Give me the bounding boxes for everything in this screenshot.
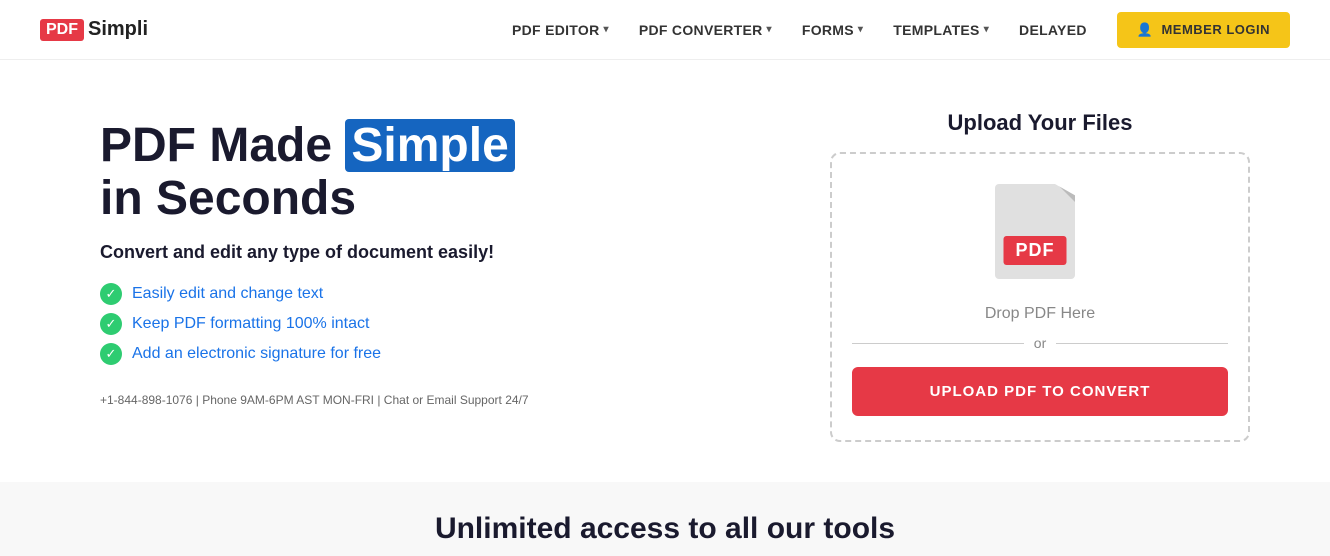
hero-left: PDF Made Simple in Seconds Convert and e… — [100, 110, 529, 407]
upload-pdf-button[interactable]: UPLOAD PDF TO CONVERT — [852, 367, 1228, 416]
drop-pdf-text: Drop PDF Here — [985, 305, 1095, 323]
nav-label-pdf-converter: PDF CONVERTER — [639, 22, 763, 38]
hero-title-end: in Seconds — [100, 172, 356, 225]
pdf-icon: PDF — [995, 184, 1085, 289]
or-line-left — [852, 343, 1024, 344]
or-text: or — [1034, 335, 1046, 351]
logo[interactable]: PDF Simpli — [40, 18, 148, 41]
hero-title: PDF Made Simple in Seconds — [100, 120, 529, 226]
nav-links: PDF EDITOR ▾ PDF CONVERTER ▾ FORMS ▾ TEM… — [512, 12, 1290, 48]
chevron-down-icon: ▾ — [604, 24, 609, 35]
feature-label-2: Keep PDF formatting 100% intact — [132, 315, 369, 333]
check-icon-1: ✓ — [100, 283, 122, 305]
nav-item-templates[interactable]: TEMPLATES ▾ — [893, 22, 989, 38]
nav-label-delayed: DELAYED — [1019, 22, 1087, 38]
user-icon: 👤 — [1137, 22, 1154, 38]
nav-item-pdf-editor[interactable]: PDF EDITOR ▾ — [512, 22, 609, 38]
feature-label-3: Add an electronic signature for free — [132, 345, 381, 363]
chevron-down-icon: ▾ — [984, 24, 989, 35]
chevron-down-icon: ▾ — [767, 24, 772, 35]
nav-label-templates: TEMPLATES — [893, 22, 979, 38]
bottom-section: Unlimited access to all our tools — [0, 482, 1330, 556]
or-divider: or — [852, 335, 1228, 351]
hero-section: PDF Made Simple in Seconds Convert and e… — [0, 60, 1330, 482]
feature-label-1: Easily edit and change text — [132, 285, 323, 303]
or-line-right — [1056, 343, 1228, 344]
logo-pdf-text: PDF — [40, 19, 84, 41]
member-login-label: MEMBER LOGIN — [1161, 22, 1270, 37]
check-icon-2: ✓ — [100, 313, 122, 335]
upload-section: Upload Your Files PDF Drop PDF Here or U… — [830, 110, 1250, 442]
pdf-corner-fold — [1057, 184, 1075, 202]
nav-item-forms[interactable]: FORMS ▾ — [802, 22, 863, 38]
nav-item-delayed[interactable]: DELAYED — [1019, 22, 1087, 38]
contact-info: +1-844-898-1076 | Phone 9AM-6PM AST MON-… — [100, 393, 529, 407]
hero-title-start: PDF Made — [100, 119, 345, 172]
hero-subtitle: Convert and edit any type of document ea… — [100, 242, 529, 263]
pdf-label-text: PDF — [1004, 236, 1067, 265]
nav-label-pdf-editor: PDF EDITOR — [512, 22, 600, 38]
nav-label-forms: FORMS — [802, 22, 854, 38]
pdf-page-shape: PDF — [995, 184, 1075, 279]
bottom-title: Unlimited access to all our tools — [0, 512, 1330, 546]
nav-item-pdf-converter[interactable]: PDF CONVERTER ▾ — [639, 22, 772, 38]
chevron-down-icon: ▾ — [858, 24, 863, 35]
hero-title-highlight: Simple — [345, 119, 514, 172]
feature-item-3: ✓ Add an electronic signature for free — [100, 343, 529, 365]
feature-item-2: ✓ Keep PDF formatting 100% intact — [100, 313, 529, 335]
feature-list: ✓ Easily edit and change text ✓ Keep PDF… — [100, 283, 529, 365]
upload-drop-zone[interactable]: PDF Drop PDF Here or UPLOAD PDF TO CONVE… — [830, 152, 1250, 442]
navbar: PDF Simpli PDF EDITOR ▾ PDF CONVERTER ▾ … — [0, 0, 1330, 60]
check-icon-3: ✓ — [100, 343, 122, 365]
logo-simpli-text: Simpli — [88, 18, 148, 41]
member-login-button[interactable]: 👤 MEMBER LOGIN — [1117, 12, 1290, 48]
upload-title: Upload Your Files — [948, 110, 1133, 136]
feature-item-1: ✓ Easily edit and change text — [100, 283, 529, 305]
